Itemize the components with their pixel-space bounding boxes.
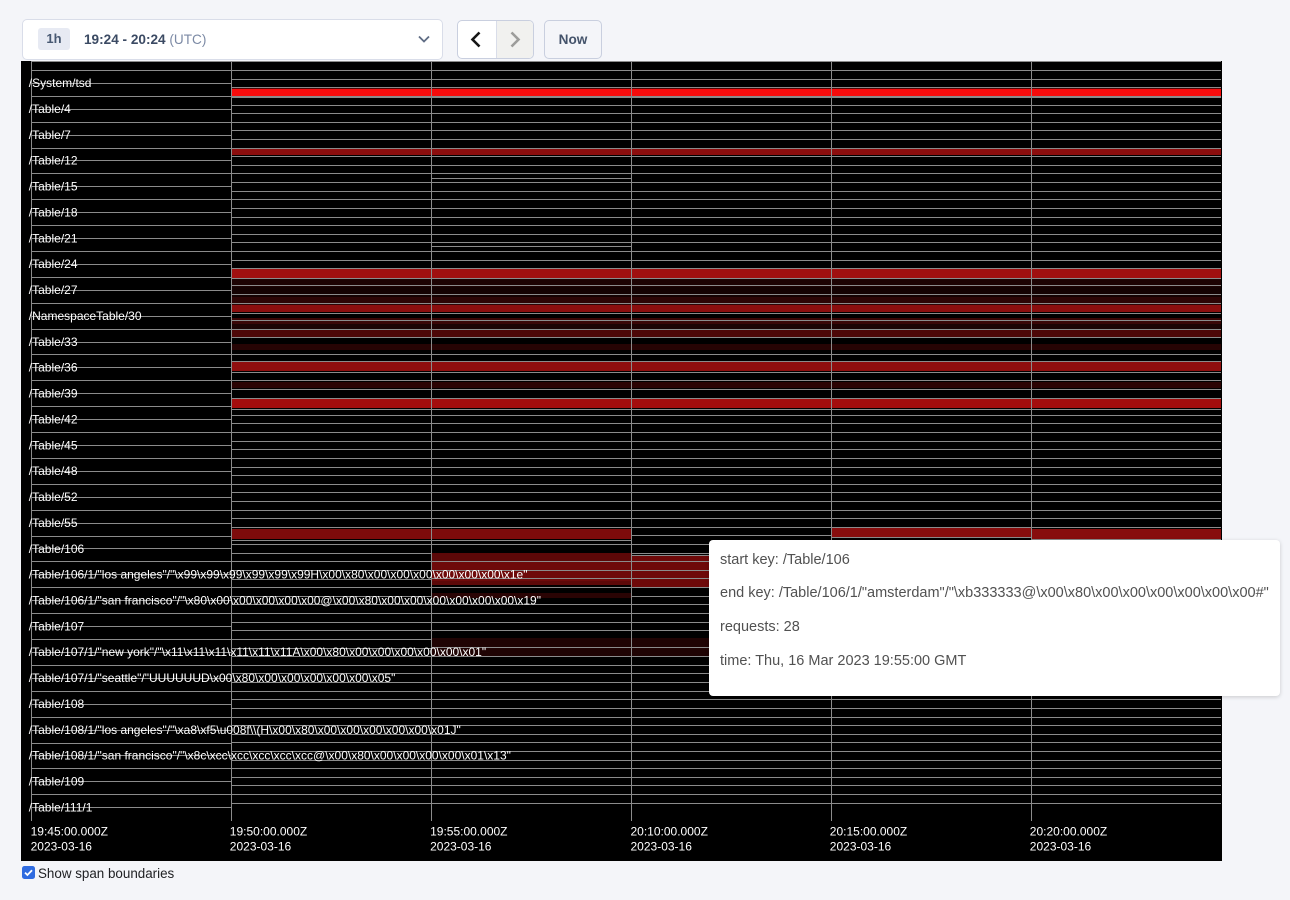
svg-text:19:55:00.000Z: 19:55:00.000Z — [430, 825, 507, 839]
svg-text:/Table/33: /Table/33 — [29, 335, 78, 349]
svg-text:/Table/12: /Table/12 — [29, 154, 78, 168]
svg-text:2023-03-16: 2023-03-16 — [430, 840, 492, 854]
svg-text:/Table/15: /Table/15 — [29, 180, 78, 194]
svg-text:/Table/42: /Table/42 — [29, 412, 78, 426]
svg-text:/Table/4: /Table/4 — [29, 102, 71, 116]
svg-text:/Table/107/1/"new york"/"\x11\: /Table/107/1/"new york"/"\x11\x11\x11\x1… — [29, 645, 486, 659]
svg-text:/Table/108/1/"san francisco"/": /Table/108/1/"san francisco"/"\x8c\xcc\x… — [29, 749, 511, 763]
svg-text:/Table/52: /Table/52 — [29, 490, 78, 504]
svg-text:20:20:00.000Z: 20:20:00.000Z — [1030, 825, 1107, 839]
svg-text:/Table/48: /Table/48 — [29, 464, 78, 478]
svg-text:/Table/111/1: /Table/111/1 — [29, 801, 93, 815]
svg-text:2023-03-16: 2023-03-16 — [1030, 840, 1092, 854]
svg-text:/Table/21: /Table/21 — [29, 231, 78, 245]
svg-text:/Table/36: /Table/36 — [29, 361, 78, 375]
svg-text:/Table/109: /Table/109 — [29, 775, 85, 789]
svg-text:19:50:00.000Z: 19:50:00.000Z — [230, 825, 307, 839]
svg-text:/Table/108/1/"los angeles"/"\x: /Table/108/1/"los angeles"/"\xa8\xf5\u00… — [29, 723, 461, 737]
svg-text:/Table/7: /Table/7 — [29, 128, 71, 142]
svg-text:19:45:00.000Z: 19:45:00.000Z — [31, 825, 108, 839]
svg-text:20:15:00.000Z: 20:15:00.000Z — [830, 825, 907, 839]
svg-text:/NamespaceTable/30: /NamespaceTable/30 — [29, 309, 142, 323]
svg-text:/Table/106: /Table/106 — [29, 542, 85, 556]
svg-text:/Table/27: /Table/27 — [29, 283, 78, 297]
svg-text:20:10:00.000Z: 20:10:00.000Z — [631, 825, 708, 839]
svg-text:/Table/106/1/"san francisco"/": /Table/106/1/"san francisco"/"\x80\x00\x… — [29, 594, 541, 608]
svg-text:2023-03-16: 2023-03-16 — [830, 840, 892, 854]
svg-text:/Table/107/1/"seattle"/"UUUUUU: /Table/107/1/"seattle"/"UUUUUUD\x00\x80\… — [29, 671, 396, 685]
svg-text:/Table/24: /Table/24 — [29, 257, 78, 271]
svg-text:/Table/55: /Table/55 — [29, 516, 78, 530]
svg-text:2023-03-16: 2023-03-16 — [631, 840, 693, 854]
svg-text:/Table/45: /Table/45 — [29, 438, 78, 452]
svg-text:/Table/106/1/"los angeles"/"\x: /Table/106/1/"los angeles"/"\x99\x99\x99… — [29, 568, 528, 582]
svg-text:/Table/18: /Table/18 — [29, 205, 78, 219]
svg-text:2023-03-16: 2023-03-16 — [230, 840, 292, 854]
svg-text:/Table/108: /Table/108 — [29, 697, 85, 711]
svg-text:/Table/107: /Table/107 — [29, 619, 85, 633]
svg-text:/Table/39: /Table/39 — [29, 387, 78, 401]
svg-text:/System/tsd: /System/tsd — [29, 76, 92, 90]
svg-text:2023-03-16: 2023-03-16 — [31, 840, 93, 854]
